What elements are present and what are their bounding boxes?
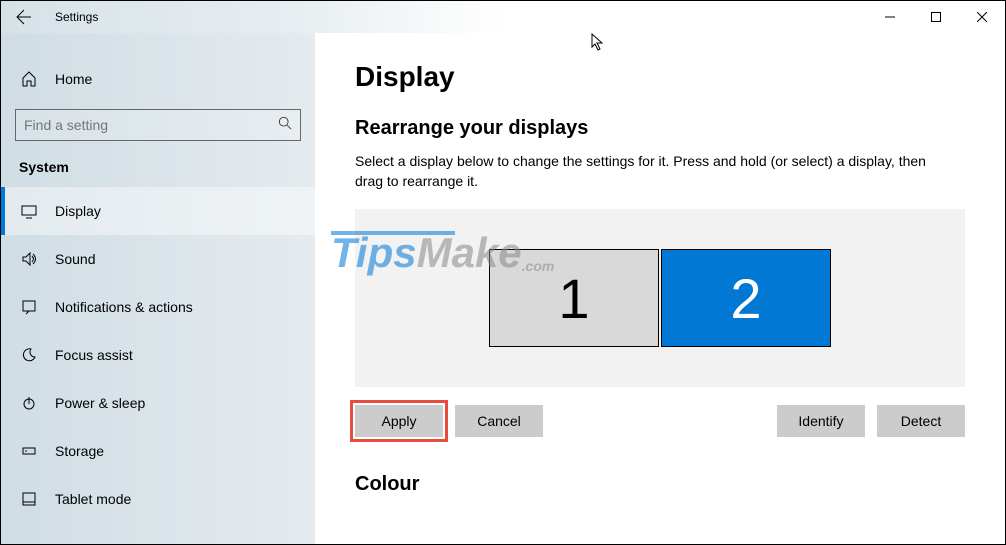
identify-button[interactable]: Identify: [777, 405, 865, 437]
home-label: Home: [55, 71, 92, 87]
titlebar: Settings: [1, 1, 1005, 33]
arrow-left-icon: [16, 9, 32, 25]
home-icon: [19, 71, 39, 87]
section-colour-title: Colour: [355, 473, 965, 496]
sidebar-item-label: Notifications & actions: [55, 299, 193, 315]
sidebar-item-focus-assist[interactable]: Focus assist: [1, 331, 315, 379]
window-title: Settings: [55, 10, 98, 24]
maximize-button[interactable]: [913, 1, 959, 33]
main-content: Display Rearrange your displays Select a…: [315, 33, 1005, 544]
sidebar-item-notifications[interactable]: Notifications & actions: [1, 283, 315, 331]
tablet-icon: [19, 491, 39, 507]
display-monitor-2[interactable]: 2: [661, 249, 831, 347]
apply-button[interactable]: Apply: [355, 405, 443, 437]
minimize-icon: [885, 12, 895, 22]
sidebar-item-tablet-mode[interactable]: Tablet mode: [1, 475, 315, 523]
sidebar-item-label: Display: [55, 203, 101, 219]
sound-icon: [19, 251, 39, 267]
search-input[interactable]: [24, 117, 278, 133]
sidebar-item-label: Power & sleep: [55, 395, 145, 411]
page-title: Display: [355, 61, 965, 93]
display-monitor-1[interactable]: 1: [489, 249, 659, 347]
home-link[interactable]: Home: [1, 57, 315, 101]
sidebar-item-sound[interactable]: Sound: [1, 235, 315, 283]
display-buttons-row: Apply Cancel Identify Detect: [355, 405, 965, 437]
moon-icon: [19, 347, 39, 363]
section-rearrange-title: Rearrange your displays: [355, 117, 965, 140]
sidebar: Home System Display Sound: [1, 33, 315, 544]
sidebar-item-label: Tablet mode: [55, 491, 131, 507]
storage-icon: [19, 443, 39, 459]
display-icon: [19, 203, 39, 219]
maximize-icon: [931, 12, 941, 22]
close-button[interactable]: [959, 1, 1005, 33]
sidebar-item-storage[interactable]: Storage: [1, 427, 315, 475]
sidebar-item-label: Focus assist: [55, 347, 133, 363]
sidebar-item-power-sleep[interactable]: Power & sleep: [1, 379, 315, 427]
notifications-icon: [19, 299, 39, 315]
sidebar-item-display[interactable]: Display: [1, 187, 315, 235]
sidebar-item-label: Sound: [55, 251, 95, 267]
search-box[interactable]: [15, 109, 301, 141]
close-icon: [977, 12, 987, 22]
section-rearrange-desc: Select a display below to change the set…: [355, 152, 955, 191]
display-arrangement-area[interactable]: 1 2: [355, 209, 965, 387]
back-button[interactable]: [1, 1, 47, 33]
cancel-button[interactable]: Cancel: [455, 405, 543, 437]
power-icon: [19, 395, 39, 411]
category-heading: System: [1, 141, 315, 187]
search-icon: [278, 116, 292, 135]
detect-button[interactable]: Detect: [877, 405, 965, 437]
minimize-button[interactable]: [867, 1, 913, 33]
sidebar-item-label: Storage: [55, 443, 104, 459]
